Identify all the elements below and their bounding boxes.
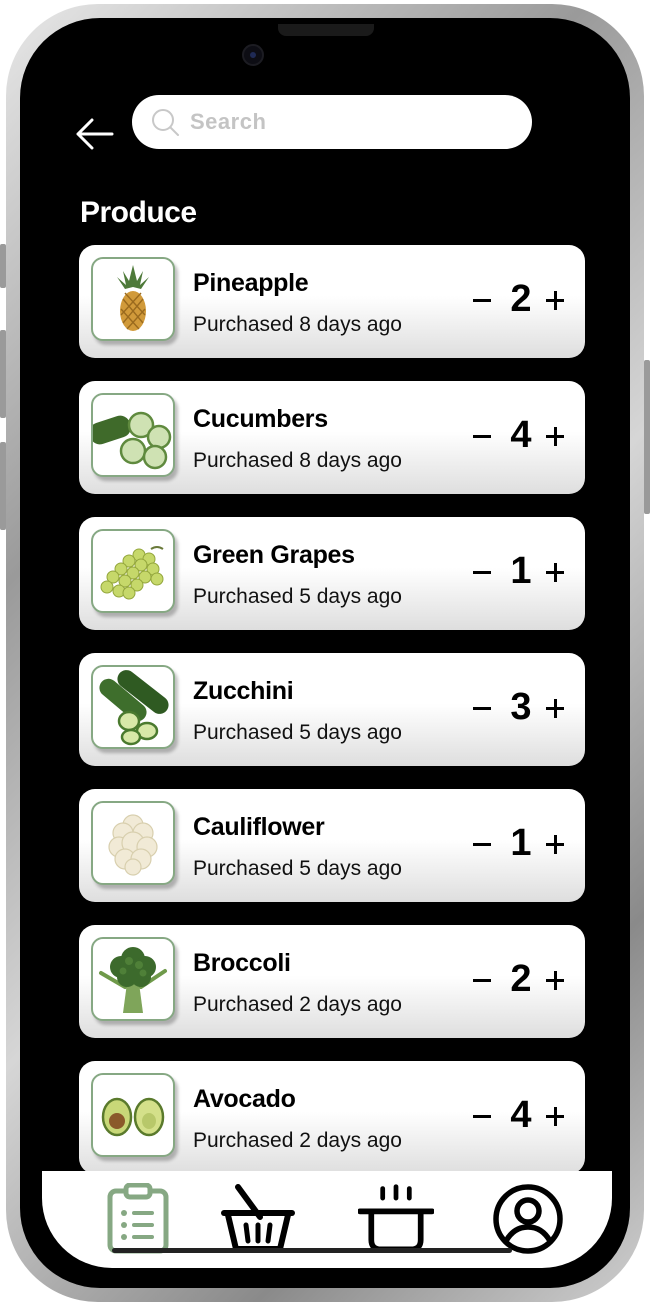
item-quantity: 3: [510, 686, 532, 728]
item-quantity: 4: [510, 1094, 532, 1136]
increment-button[interactable]: [543, 555, 567, 587]
increment-button[interactable]: [543, 827, 567, 859]
silent-switch: [0, 244, 6, 288]
item-name: Cucumbers: [193, 405, 328, 433]
clipboard-list-icon: [107, 1183, 169, 1254]
tab-list[interactable]: [100, 1181, 176, 1257]
item-image: [91, 665, 175, 749]
list-item[interactable]: Avocado Purchased 2 days ago 4: [79, 1061, 585, 1174]
item-image: [91, 1073, 175, 1157]
user-circle-icon: [493, 1184, 563, 1254]
tab-profile[interactable]: [490, 1181, 566, 1257]
item-quantity: 2: [510, 278, 532, 320]
screen: Produce Pineapple Purchased 8 days ago 2: [20, 18, 630, 1288]
item-purchase-info: Purchased 5 days ago: [193, 585, 402, 608]
decrement-button[interactable]: [471, 555, 495, 587]
item-name: Broccoli: [193, 949, 291, 977]
increment-button[interactable]: [543, 283, 567, 315]
item-image: [91, 801, 175, 885]
item-quantity: 1: [510, 550, 532, 592]
decrement-button[interactable]: [471, 691, 495, 723]
item-image: [91, 393, 175, 477]
search-icon: [152, 109, 179, 136]
tab-bar: [42, 1171, 612, 1268]
pineapple-icon: [117, 265, 149, 331]
cooking-pot-icon: [358, 1184, 434, 1253]
cauliflower-icon: [108, 814, 158, 876]
item-purchase-info: Purchased 8 days ago: [193, 313, 402, 336]
power-button: [644, 360, 650, 514]
item-image: [91, 529, 175, 613]
item-purchase-info: Purchased 5 days ago: [193, 857, 402, 880]
list-item[interactable]: Pineapple Purchased 8 days ago 2: [79, 245, 585, 358]
list-item[interactable]: Broccoli Purchased 2 days ago 2: [79, 925, 585, 1038]
item-name: Green Grapes: [193, 541, 355, 569]
section-title: Produce: [80, 196, 197, 229]
phone-frame: Produce Pineapple Purchased 8 days ago 2: [0, 4, 650, 1302]
grapes-icon: [100, 546, 164, 600]
increment-button[interactable]: [543, 691, 567, 723]
increment-button[interactable]: [543, 1099, 567, 1131]
back-button[interactable]: [74, 116, 118, 152]
arrow-left-icon: [76, 118, 114, 150]
increment-button[interactable]: [543, 963, 567, 995]
basket-icon: [221, 1184, 295, 1252]
list-item[interactable]: Green Grapes Purchased 5 days ago 1: [79, 517, 585, 630]
produce-list: Pineapple Purchased 8 days ago 2 Cucumbe…: [79, 245, 585, 1197]
item-quantity: 2: [510, 958, 532, 1000]
decrement-button[interactable]: [471, 1099, 495, 1131]
list-item[interactable]: Zucchini Purchased 5 days ago 3: [79, 653, 585, 766]
list-item[interactable]: Cauliflower Purchased 5 days ago 1: [79, 789, 585, 902]
search-bar[interactable]: [132, 95, 532, 149]
decrement-button[interactable]: [471, 827, 495, 859]
decrement-button[interactable]: [471, 963, 495, 995]
volume-down-button: [0, 442, 6, 530]
home-indicator: [112, 1248, 512, 1253]
broccoli-icon: [99, 947, 167, 1013]
item-image: [91, 937, 175, 1021]
item-name: Zucchini: [193, 677, 294, 705]
speaker-grille: [278, 24, 374, 36]
item-purchase-info: Purchased 8 days ago: [193, 449, 402, 472]
increment-button[interactable]: [543, 419, 567, 451]
item-name: Cauliflower: [193, 813, 325, 841]
item-quantity: 1: [510, 822, 532, 864]
volume-up-button: [0, 330, 6, 418]
front-camera: [242, 44, 264, 66]
item-name: Pineapple: [193, 269, 309, 297]
item-purchase-info: Purchased 2 days ago: [193, 993, 402, 1016]
cucumber-icon: [93, 411, 172, 470]
item-quantity: 4: [510, 414, 532, 456]
list-item[interactable]: Cucumbers Purchased 8 days ago 4: [79, 381, 585, 494]
item-image: [91, 257, 175, 341]
tab-basket[interactable]: [220, 1181, 296, 1257]
tab-pot[interactable]: [358, 1181, 434, 1257]
zucchini-icon: [99, 670, 169, 746]
item-name: Avocado: [193, 1085, 296, 1113]
search-input[interactable]: [188, 108, 512, 136]
item-purchase-info: Purchased 2 days ago: [193, 1129, 402, 1152]
item-purchase-info: Purchased 5 days ago: [193, 721, 402, 744]
avocado-icon: [101, 1097, 165, 1137]
decrement-button[interactable]: [471, 283, 495, 315]
decrement-button[interactable]: [471, 419, 495, 451]
